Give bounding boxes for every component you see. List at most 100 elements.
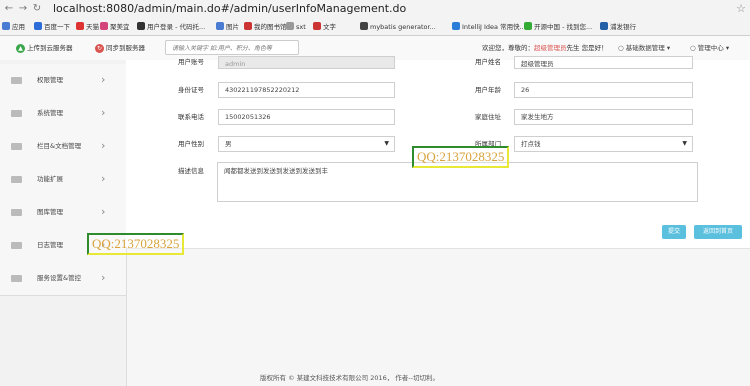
url-field[interactable]: localhost:8080/admin/main.do#/admin/user… [53,2,406,15]
age-input[interactable]: 26 [514,82,693,98]
bookmark-label: 我的图书馆 [254,23,287,31]
age-label: 用户年龄 [475,86,501,94]
dept-select[interactable]: 打点钱 ▼ [514,136,693,152]
chevron-right-icon: › [101,73,106,86]
bookmark-item[interactable]: 浦发银行 [600,22,636,32]
bookmark-label: 文字 [323,23,336,31]
sidebar-item[interactable]: 权限管理 › [0,64,126,98]
bookmark-label: 天猫 [86,23,99,31]
bookmark-label: IntelliJ Idea 常用快... [462,23,526,31]
qq-watermark: QQ:2137028325 [87,233,185,255]
address-label: 家庭住址 [475,113,501,121]
account-input: admin [218,56,395,69]
basic-data-label: 基础数据管理 [625,44,665,52]
bookmark-favicon-icon [244,22,252,30]
gender-label: 用户性别 [178,140,204,148]
chevron-right-icon: › [101,205,106,218]
forward-arrow-icon[interactable]: → [17,3,29,15]
welcome-prefix: 欢迎您，尊敬的： [482,44,534,52]
sidebar-item[interactable]: 图库管理 › [0,196,126,230]
bookmark-favicon-icon [34,22,42,30]
chevron-right-icon: › [101,172,106,185]
reload-icon[interactable]: ↻ [31,3,43,15]
bookmark-label: sxt [296,23,306,31]
sidebar-item-label: 图库管理 [37,208,63,216]
bookmark-label: 图片 [226,23,239,31]
bookmark-item[interactable]: 我的图书馆 [244,22,287,32]
address-input[interactable]: 家发生地方 [514,109,693,125]
bookmark-star-icon[interactable]: ☆ [736,2,746,15]
bookmark-item[interactable]: 开源中国 - 找到您... [524,22,592,32]
bookmark-item[interactable]: 应用 [2,22,25,32]
sidebar-item[interactable]: 服务设置&管控 › [0,262,126,296]
bookmarks-bar: 应用 百度一下 天猫 聚美宜 用户登录 - 代码托... 图片 我的图书馆 sxt 文字 myba… [0,19,750,36]
chevron-right-icon: › [101,271,106,284]
sync-server-button[interactable]: ↻ 同步到服务器 [95,42,145,54]
list-icon [11,143,22,150]
cloud-upload-icon: ▲ [16,44,25,53]
sync-label: 同步到服务器 [106,44,145,52]
bookmark-item[interactable]: 百度一下 [34,22,70,32]
qq-watermark: QQ:2137028325 [412,146,510,168]
gender-select[interactable]: 男 ▼ [218,136,395,152]
desc-label: 描述信息 [178,167,204,175]
name-input[interactable]: 超级管理员 [514,56,693,69]
bookmark-item[interactable]: mybatis generator... [360,22,436,32]
bookmark-item[interactable]: 聚美宜 [100,22,130,32]
bookmark-item[interactable]: 天猫 [76,22,99,32]
back-arrow-icon[interactable]: ← [3,3,15,15]
list-icon [11,209,22,216]
basic-data-menu[interactable]: ○ 基础数据管理 ▾ [618,42,670,54]
caret-down-icon: ▾ [664,44,671,52]
gender-value: 男 [225,140,232,148]
desc-textarea[interactable]: 闻都都发送到发送到发送到发送到丰 [217,162,698,202]
sidebar: 权限管理 › 系统管理 › 栏目&文档管理 › 功能扩展 › 图库管理 › 日志管理 › 服务设置&管控… [0,60,127,386]
bookmark-label: 开源中国 - 找到您... [534,23,593,31]
admin-center-label: 管理中心 [697,44,724,52]
submit-button[interactable]: 提交 [662,225,686,239]
bookmark-label: mybatis generator... [370,23,436,31]
sidebar-item[interactable]: 功能扩展 › [0,163,126,197]
name-label: 用户姓名 [475,58,501,66]
sidebar-item-label: 服务设置&管控 [37,274,82,282]
bookmark-item[interactable]: 用户登录 - 代码托... [137,22,205,32]
bookmark-item[interactable]: IntelliJ Idea 常用快... [452,22,526,32]
bookmark-favicon-icon [286,22,294,30]
bookmark-favicon-icon [360,22,368,30]
sidebar-item-label: 功能扩展 [37,175,63,183]
bookmark-label: 应用 [12,23,25,31]
bookmark-label: 用户登录 - 代码托... [147,23,206,31]
idcard-input[interactable]: 430221197852220212 [218,82,395,98]
bookmark-favicon-icon [452,22,460,30]
bookmark-label: 百度一下 [44,23,70,31]
bookmark-item[interactable]: 文字 [313,22,336,32]
browser-address-bar: ← → ↻ localhost:8080/admin/main.do#/admi… [0,0,750,20]
search-input[interactable]: 请输入关键字 如:用户、积分、角色等 [165,40,299,55]
list-icon [11,275,22,282]
upload-label: 上传到云服务器 [27,44,73,52]
bookmark-item[interactable]: sxt [286,22,306,32]
bookmark-label: 浦发银行 [610,23,636,31]
phone-input[interactable]: 15002051326 [218,109,395,125]
list-icon [11,242,22,249]
list-icon [11,77,22,84]
welcome-suffix: 先生 您是好！ [566,44,608,52]
circle-icon: ○ [618,44,626,52]
admin-center-menu[interactable]: ○ 管理中心 ▾ [690,42,729,54]
sidebar-item[interactable]: 系统管理 › [0,97,126,131]
dept-value: 打点钱 [521,140,541,148]
select-arrow-icon: ▼ [384,140,389,147]
bookmark-item[interactable]: 图片 [216,22,239,32]
back-home-button[interactable]: 返回到首页 [694,225,742,239]
list-icon [11,176,22,183]
chevron-right-icon: › [101,106,106,119]
sidebar-item-label: 权限管理 [37,76,63,84]
bookmark-label: 聚美宜 [110,23,130,31]
bookmark-favicon-icon [524,22,532,30]
sidebar-item[interactable]: 栏目&文档管理 › [0,130,126,164]
sidebar-item-label: 系统管理 [37,109,63,117]
caret-down-icon: ▾ [723,44,730,52]
bookmark-favicon-icon [313,22,321,30]
upload-cloud-button[interactable]: ▲ 上传到云服务器 [16,42,73,54]
bookmark-favicon-icon [137,22,145,30]
